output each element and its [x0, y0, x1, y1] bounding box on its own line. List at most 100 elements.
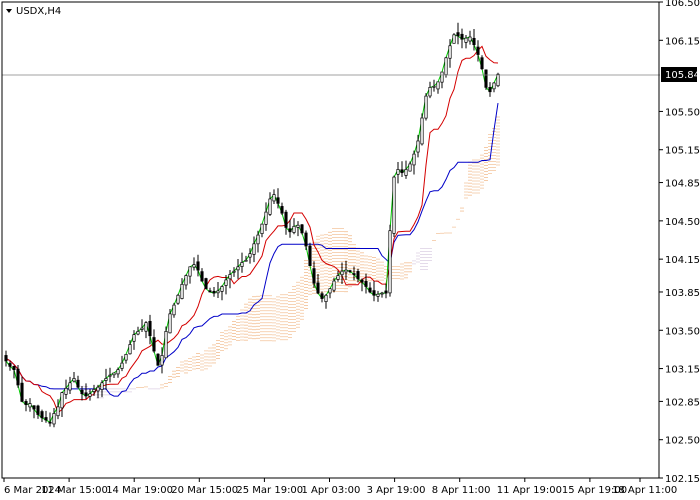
- candle-body: [164, 331, 168, 359]
- candle-body: [268, 198, 272, 215]
- candle-body: [60, 392, 64, 409]
- candle-body: [308, 245, 312, 267]
- candle-body: [144, 322, 148, 332]
- candle-body: [72, 378, 76, 382]
- candle-body: [368, 287, 372, 293]
- candle-body: [436, 81, 440, 90]
- candle-body: [124, 353, 128, 361]
- candle-body: [92, 389, 96, 392]
- candle-body: [288, 228, 292, 233]
- candle-body: [384, 290, 388, 294]
- candle-body: [188, 266, 192, 277]
- candle-body: [372, 290, 376, 296]
- candle-body: [156, 353, 160, 366]
- symbol-timeframe-label: USDX,H4: [16, 6, 61, 17]
- candle-body: [4, 355, 8, 362]
- candle-body: [360, 279, 364, 283]
- candle-body: [216, 290, 220, 294]
- candle-body: [240, 262, 244, 267]
- candle-body: [272, 194, 276, 202]
- candle-body: [28, 403, 32, 408]
- candle-body: [88, 393, 92, 397]
- candle-body: [336, 275, 340, 280]
- candle-body: [328, 288, 332, 294]
- candle-body: [248, 253, 252, 258]
- candle-body: [40, 411, 44, 419]
- candle-body: [392, 176, 396, 234]
- candle-body: [168, 313, 172, 334]
- candle-body: [440, 71, 444, 83]
- candle-body: [448, 45, 452, 59]
- candle-body: [108, 374, 112, 377]
- candle-body: [496, 73, 500, 87]
- y-tick-label: 105.15: [665, 146, 700, 157]
- candle-body: [412, 153, 416, 166]
- candle-body: [452, 34, 456, 44]
- candle-body: [116, 369, 120, 375]
- y-tick-label: 104.85: [665, 179, 700, 190]
- candle-body: [480, 57, 484, 70]
- candle-body: [456, 32, 460, 37]
- candle-body: [132, 334, 136, 342]
- candle-body: [400, 169, 404, 174]
- candle-body: [256, 234, 260, 245]
- candle-body: [196, 261, 200, 271]
- x-tick-label: 11 Mar 15:00: [41, 485, 108, 496]
- candle-body: [48, 421, 52, 424]
- candle-body: [180, 283, 184, 299]
- candle-body: [136, 331, 140, 335]
- y-tick-label: 103.15: [665, 365, 700, 376]
- x-tick-label: 25 Mar 19:00: [236, 485, 303, 496]
- candle-body: [276, 197, 280, 204]
- y-tick-label: 102.15: [665, 474, 700, 485]
- candle-body: [12, 365, 16, 371]
- candle-body: [380, 292, 384, 295]
- x-tick-label: 3 Apr 19:00: [367, 485, 426, 496]
- y-tick-label: 102.85: [665, 397, 700, 408]
- candle-body: [292, 225, 296, 233]
- candle-body: [340, 270, 344, 276]
- y-tick-label: 105.50: [665, 107, 700, 118]
- candle-body: [112, 372, 116, 376]
- candle-body: [316, 282, 320, 294]
- candle-body: [472, 37, 476, 46]
- candle-body: [36, 405, 40, 415]
- candle-body: [104, 378, 108, 381]
- candle-body: [16, 368, 20, 386]
- y-tick-label: 102.50: [665, 436, 700, 447]
- candle-body: [396, 169, 400, 175]
- candle-body: [404, 169, 408, 176]
- candle-body: [96, 386, 100, 392]
- candle-body: [68, 382, 72, 391]
- candle-body: [200, 271, 204, 282]
- candle-body: [24, 401, 28, 406]
- candle-body: [264, 211, 268, 225]
- candle-body: [232, 270, 236, 273]
- candle-body: [484, 69, 488, 88]
- candle-body: [376, 293, 380, 297]
- candle-body: [388, 230, 392, 294]
- candle-body: [312, 268, 316, 284]
- x-tick-label: 14 Mar 19:00: [106, 485, 173, 496]
- candle-body: [460, 33, 464, 40]
- candle-body: [56, 406, 60, 417]
- candle-body: [348, 270, 352, 273]
- candle-body: [432, 85, 436, 88]
- candle-body: [260, 223, 264, 234]
- x-tick-label: 11 Apr 19:00: [497, 485, 562, 496]
- candle-body: [212, 290, 216, 294]
- x-tick-label: 18 Apr 11:00: [612, 485, 677, 496]
- candle-body: [300, 224, 304, 234]
- candle-body: [52, 413, 56, 425]
- candle-body: [76, 379, 80, 388]
- x-tick-label: 20 Mar 15:00: [171, 485, 238, 496]
- candle-body: [320, 293, 324, 299]
- y-tick-label: 104.50: [665, 217, 700, 228]
- candle-body: [324, 294, 328, 302]
- x-tick-label: 1 Apr 03:00: [302, 485, 361, 496]
- candle-body: [356, 271, 360, 280]
- candle-body: [296, 224, 300, 228]
- ichimoku-price-chart[interactable]: 106.50 106.15 105.50 105.15 104.85 104.50 104.…: [0, 0, 700, 500]
- candle-body: [8, 363, 12, 367]
- candle-body: [220, 286, 224, 292]
